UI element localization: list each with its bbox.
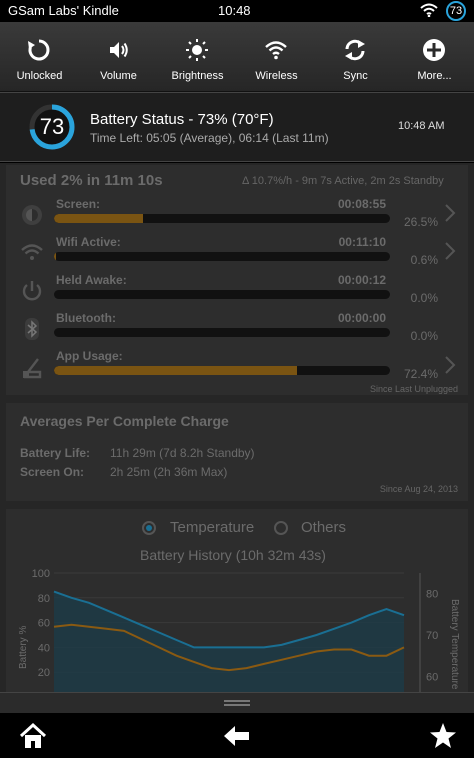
status-bar: GSam Labs' Kindle 10:48 73 <box>0 0 474 22</box>
usage-bar <box>54 252 390 261</box>
qs-label-brightness: Brightness <box>171 70 224 82</box>
brightness-icon <box>22 205 42 225</box>
usage-row-app-usage[interactable]: App Usage: 72.4% <box>6 349 468 387</box>
usage-percent: 0.0% <box>410 329 438 343</box>
chevron-right-icon <box>445 204 456 222</box>
usage-percent: 0.6% <box>410 253 438 267</box>
brightness-icon <box>186 39 208 61</box>
app-usage-icon <box>23 358 42 379</box>
usage-time: 00:08:55 <box>337 197 386 211</box>
chevron-right-icon <box>445 356 456 374</box>
volume-icon <box>110 42 128 58</box>
y-axis-label: Battery % <box>18 626 29 669</box>
chevron-right-icon <box>445 242 456 260</box>
usage-percent: 72.4% <box>403 367 438 381</box>
usage-bar <box>54 214 390 223</box>
battery-area <box>54 591 404 697</box>
clock: 10:48 <box>218 3 251 18</box>
notification-title: Battery Status - 73% (70°F) <box>90 111 274 128</box>
usage-bar-fill <box>54 252 57 261</box>
others-option-label: Others <box>301 519 347 536</box>
usage-time: 00:00:00 <box>337 311 386 325</box>
grip-icon <box>224 700 250 706</box>
others-radio[interactable] <box>274 521 288 535</box>
temperature-option-label: Temperature <box>170 519 255 536</box>
app-name: GSam Labs' Kindle <box>8 3 119 18</box>
wifi-icon <box>21 244 43 260</box>
usage-percent: 0.0% <box>410 291 438 305</box>
power-icon <box>22 281 42 301</box>
notification-subtitle: Time Left: 05:05 (Average), 06:14 (Last … <box>90 131 329 145</box>
averages-title: Averages Per Complete Charge <box>20 413 229 429</box>
qs-label-sync: Sync <box>343 70 368 82</box>
battery-life-value: 11h 29m (7d 8.2h Standby) <box>110 446 255 460</box>
screen-on-value: 2h 25m (2h 36m Max) <box>110 465 228 479</box>
notification-time: 10:48 AM <box>398 120 445 132</box>
volume-button[interactable]: Volume <box>79 22 158 92</box>
battery-notification[interactable]: 73 Battery Status - 73% (70°F) Time Left… <box>0 92 474 162</box>
usage-row-bluetooth[interactable]: Bluetooth: 00:00:00 0.0% <box>6 311 468 349</box>
navigation-bar <box>0 713 474 758</box>
favorite-icon[interactable] <box>428 721 458 751</box>
usage-bar <box>54 290 390 299</box>
brightness-button[interactable]: Brightness <box>158 22 237 92</box>
sync-button[interactable]: Sync <box>316 22 395 92</box>
temperature-radio[interactable] <box>142 521 156 535</box>
y-tick-label: 40 <box>38 642 50 654</box>
history-card: Temperature Others Battery History (10h … <box>6 509 468 709</box>
averages-since: Since Aug 24, 2013 <box>379 484 458 494</box>
wireless-button[interactable]: Wireless <box>237 22 316 92</box>
usage-rate: Δ 10.7%/h - 9m 7s Active, 2m 2s Standby <box>242 175 444 187</box>
usage-bar-fill <box>54 214 144 223</box>
usage-since: Since Last Unplugged <box>369 384 458 394</box>
usage-label: Screen: <box>56 197 101 211</box>
usage-card: Used 2% in 11m 10s Δ 10.7%/h - 9m 7s Act… <box>6 165 468 395</box>
battery-level-number: 73 <box>39 114 65 139</box>
wifi-icon <box>265 41 287 60</box>
more-button[interactable]: More... <box>395 22 474 92</box>
usage-label: Bluetooth: <box>56 311 116 325</box>
battery-badge[interactable]: 73 <box>446 1 466 21</box>
usage-label: Wifi Active: <box>56 235 121 249</box>
usage-label: App Usage: <box>56 349 123 363</box>
usage-bar <box>54 328 390 337</box>
usage-row-wifi[interactable]: Wifi Active: 00:11:10 0.6% <box>6 235 468 273</box>
usage-row-held-awake[interactable]: Held Awake: 00:00:12 0.0% <box>6 273 468 311</box>
screen-on-label: Screen On: <box>20 465 85 479</box>
y-tick-label: 100 <box>32 568 50 580</box>
qs-label-volume: Volume <box>100 70 137 82</box>
battery-history-chart[interactable]: 100806040200 807060 Battery % Battery Te… <box>6 559 468 709</box>
battery-life-label: Battery Life: <box>20 446 91 460</box>
y2-tick-label: 70 <box>426 630 438 642</box>
usage-row-screen[interactable]: Screen: 00:08:55 26.5% <box>6 197 468 235</box>
plus-icon <box>423 39 445 61</box>
averages-card: Averages Per Complete Charge Battery Lif… <box>6 403 468 501</box>
usage-title: Used 2% in 11m 10s <box>20 172 163 189</box>
y2-tick-label: 60 <box>426 671 438 683</box>
qs-label-more: More... <box>417 70 452 82</box>
y2-axis-label: Battery Temperature °F <box>449 599 460 702</box>
notification-drag-handle[interactable] <box>0 692 474 713</box>
rotation-lock-icon <box>28 39 50 61</box>
quick-settings-bar: Unlocked Volume Brightness Wireless Sync… <box>0 22 474 92</box>
usage-bar-fill <box>54 366 298 375</box>
usage-time: 00:11:10 <box>338 235 386 249</box>
sync-icon <box>345 39 365 61</box>
y-tick-label: 80 <box>38 593 50 605</box>
y-tick-label: 60 <box>38 618 50 630</box>
y2-tick-label: 80 <box>426 589 438 601</box>
qs-label-wireless: Wireless <box>255 70 298 82</box>
battery-monitor-app: Used 2% in 11m 10s Δ 10.7%/h - 9m 7s Act… <box>0 163 474 713</box>
y-tick-label: 20 <box>38 667 50 679</box>
back-icon[interactable] <box>222 721 252 751</box>
usage-percent: 26.5% <box>403 215 438 229</box>
qs-label-unlocked: Unlocked <box>16 70 63 82</box>
usage-bar <box>54 366 390 375</box>
bluetooth-icon <box>25 318 39 340</box>
wifi-icon <box>420 3 438 22</box>
usage-time: 00:00:12 <box>337 273 386 287</box>
rotation-lock-button[interactable]: Unlocked <box>0 22 79 92</box>
home-icon[interactable] <box>18 721 48 751</box>
usage-label: Held Awake: <box>56 273 127 287</box>
